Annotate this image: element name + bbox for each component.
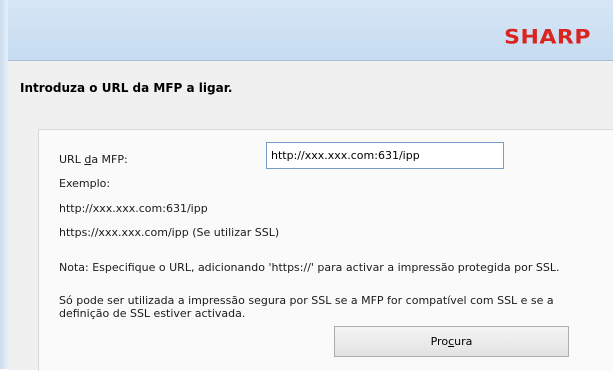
example-title: Exemplo: — [59, 177, 111, 190]
sharp-logo: SHARP — [504, 26, 591, 49]
url-panel: URL da MFP: http://xxx.xxx.com:631/ipp E… — [38, 129, 613, 371]
url-label-part: a MFP: — [91, 153, 128, 166]
instruction-heading: Introduza o URL da MFP a ligar. — [20, 81, 233, 95]
url-input[interactable]: http://xxx.xxx.com:631/ipp — [266, 142, 504, 169]
ssl-info-text: Só pode ser utilizada a impressão segura… — [59, 294, 554, 320]
url-label-part: URL — [59, 153, 85, 166]
note-text: Nota: Especifique o URL, adicionando 'ht… — [59, 261, 560, 274]
window-left-edge — [0, 0, 8, 369]
example-url-1: http://xxx.xxx.com:631/ipp — [59, 202, 208, 215]
header-banner: SHARP — [8, 0, 613, 60]
content-area: Introduza o URL da MFP a ligar. URL da M… — [8, 60, 613, 371]
browse-label-part: Pro — [430, 335, 449, 348]
example-url-2: https://xxx.xxx.com/ipp (Se utilizar SSL… — [59, 226, 280, 239]
browse-button[interactable]: Procura — [334, 326, 569, 357]
browse-label-part: ura — [454, 335, 473, 348]
url-label: URL da MFP: — [59, 153, 128, 166]
